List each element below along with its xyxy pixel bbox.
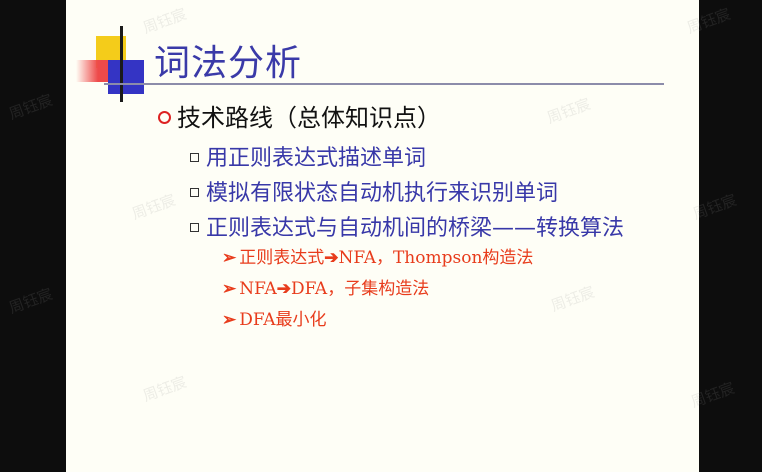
bullet-level2: 模拟有限状态自动机执行来识别单词 [190, 175, 558, 207]
watermark: 周钰宸 [6, 90, 55, 124]
bullet-level2: 用正则表达式描述单词 [190, 140, 426, 172]
square-bullet-icon [190, 223, 199, 232]
bullet-level2-text: 用正则表达式描述单词 [206, 146, 427, 171]
watermark: 周钰宸 [544, 94, 593, 128]
bullet-level3-text-after: NFA，Thompson构造法 [338, 248, 534, 268]
bullet-level2-text: 模拟有限状态自动机执行来识别单词 [206, 181, 559, 206]
circle-bullet-icon [158, 111, 171, 124]
square-bullet-icon [190, 188, 199, 197]
slide: 词法分析 技术路线（总体知识点） 用正则表达式描述单词 模拟有限状态自动机执行来… [66, 0, 699, 472]
arrow-bullet-icon: ➢ [222, 310, 237, 330]
bullet-level3-text-before: DFA最小化 [239, 310, 327, 330]
bullet-level3-text-before: NFA [239, 279, 277, 299]
square-bullet-icon [190, 153, 199, 162]
bullet-level2: 正则表达式与自动机间的桥梁——转换算法 [190, 210, 624, 242]
deco-vertical-line [120, 26, 123, 102]
slide-title: 词法分析 [154, 43, 303, 84]
right-arrow-icon: ➔ [276, 279, 291, 299]
right-arrow-icon: ➔ [324, 248, 339, 268]
watermark: 周钰宸 [140, 4, 189, 38]
deco-blue-square [108, 60, 144, 94]
bullet-level3: ➢ NFA➔DFA，子集构造法 [222, 274, 429, 299]
bullet-level3-text-before: 正则表达式 [239, 248, 325, 268]
watermark: 周钰宸 [129, 190, 178, 224]
bullet-level3: ➢ DFA最小化 [222, 305, 326, 330]
watermark: 周钰宸 [140, 372, 189, 406]
bullet-level3: ➢ 正则表达式➔NFA，Thompson构造法 [222, 243, 533, 268]
bullet-level2-text: 正则表达式与自动机间的桥梁——转换算法 [206, 216, 625, 241]
arrow-bullet-icon: ➢ [222, 248, 237, 268]
watermark: 周钰宸 [6, 284, 55, 318]
bullet-level1-text: 技术路线（总体知识点） [177, 104, 441, 132]
bullet-level1: 技术路线（总体知识点） [158, 98, 441, 133]
watermark: 周钰宸 [548, 282, 597, 316]
arrow-bullet-icon: ➢ [222, 279, 237, 299]
bullet-level3-text-after: DFA，子集构造法 [290, 279, 430, 299]
